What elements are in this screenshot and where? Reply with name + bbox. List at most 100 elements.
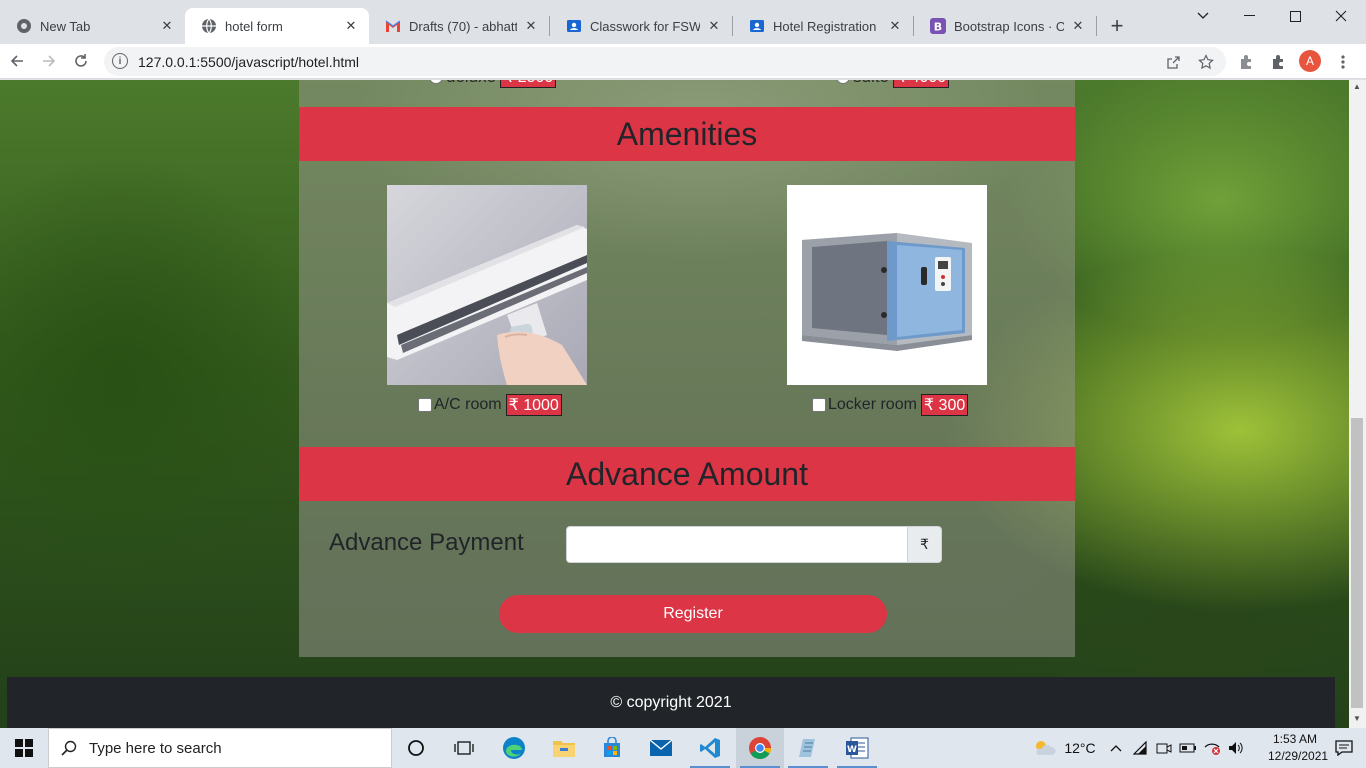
scroll-down-arrow-icon[interactable]: ▼ <box>1353 714 1361 723</box>
advance-payment-label: Advance Payment <box>329 529 524 556</box>
url-text[interactable]: 127.0.0.1:5500/javascript/hotel.html <box>138 54 359 70</box>
wifi-icon[interactable] <box>1131 728 1151 768</box>
weather-cloud-sun-icon[interactable] <box>1030 728 1058 768</box>
tab-hotel-registration[interactable]: Hotel Registration For ✕ <box>733 8 913 44</box>
extension-puzzle-grey-icon[interactable] <box>1236 52 1256 72</box>
browser-tabstrip: New Tab ✕ hotel form ✕ Drafts (70) - abh… <box>0 0 1366 44</box>
tab-title: Bootstrap Icons · Offic <box>954 18 1064 34</box>
battery-icon[interactable] <box>1177 728 1199 768</box>
gmail-icon <box>385 18 401 34</box>
amenity-label: Locker room <box>828 396 917 413</box>
clock-time: 1:53 AM <box>1272 732 1318 746</box>
tab-new-tab[interactable]: New Tab ✕ <box>0 8 185 44</box>
room-option-label: suite <box>853 80 889 87</box>
maximize-icon[interactable] <box>1272 0 1318 32</box>
mail-icon[interactable] <box>637 728 685 768</box>
weather-temp[interactable]: 12°C <box>1060 728 1100 768</box>
close-icon[interactable]: ✕ <box>706 18 722 34</box>
bootstrap-icon: B <box>930 18 946 34</box>
register-button[interactable]: Register <box>499 595 887 633</box>
window-close-icon[interactable] <box>1318 0 1364 32</box>
price-badge: ₹ 1000 <box>505 394 562 416</box>
advance-payment-input[interactable] <box>566 526 908 563</box>
microsoft-store-icon[interactable] <box>588 728 636 768</box>
notification-center-icon[interactable] <box>1322 728 1366 768</box>
profile-avatar[interactable]: A <box>1299 50 1321 72</box>
close-icon[interactable]: ✕ <box>1070 18 1086 34</box>
footer-copyright: © copyright 2021 <box>610 693 732 711</box>
taskbar-clock[interactable]: 1:53 AM 12/29/2021 <box>1268 731 1328 765</box>
tab-search-chevron-icon[interactable] <box>1180 0 1226 32</box>
tab-bootstrap-icons[interactable]: B Bootstrap Icons · Offic ✕ <box>914 8 1096 44</box>
amenities-heading: Amenities <box>299 107 1075 161</box>
taskbar-search-box[interactable]: Type here to search <box>48 728 392 768</box>
safe-locker-photo <box>787 185 987 385</box>
notepad-icon[interactable] <box>784 728 832 768</box>
svg-text:B: B <box>934 21 942 34</box>
tab-title: Drafts (70) - abhattach <box>409 18 517 34</box>
minimize-icon[interactable] <box>1226 0 1272 32</box>
tab-classwork[interactable]: Classwork for FSWB13 ✕ <box>550 8 732 44</box>
page-footer: © copyright 2021 <box>7 677 1335 728</box>
room-option-label: deluxe <box>446 80 496 87</box>
volume-icon[interactable] <box>1225 728 1247 768</box>
tab-title: hotel form <box>225 18 283 34</box>
page-scrollbar[interactable]: ▲ ▼ <box>1349 80 1366 728</box>
bookmark-star-icon[interactable] <box>1198 54 1214 70</box>
share-icon[interactable] <box>1165 54 1181 70</box>
network-offline-icon[interactable] <box>1201 728 1223 768</box>
radio-button[interactable] <box>836 80 850 84</box>
close-icon[interactable]: ✕ <box>523 18 539 34</box>
amenity-ac-room[interactable]: A/C room ₹ 1000 <box>418 394 562 416</box>
air-conditioner-photo <box>387 185 587 385</box>
tab-title: Classwork for FSWB13 <box>590 18 700 34</box>
chrome-taskbar-icon[interactable] <box>736 728 784 768</box>
close-icon[interactable]: ✕ <box>887 18 903 34</box>
tab-hotel-form[interactable]: hotel form ✕ <box>185 8 369 44</box>
page-viewport: deluxe ₹ 2500 suite ₹ 4000 Amenities <box>0 80 1349 728</box>
back-arrow-icon[interactable] <box>4 48 30 74</box>
menu-kebab-icon[interactable] <box>1333 52 1353 72</box>
meet-now-icon[interactable] <box>1154 728 1174 768</box>
word-icon[interactable]: W <box>833 728 881 768</box>
browser-toolbar: i 127.0.0.1:5500/javascript/hotel.html A <box>0 44 1366 79</box>
reload-icon[interactable] <box>68 48 94 74</box>
currency-addon: ₹ <box>907 526 942 563</box>
forward-arrow-icon[interactable] <box>36 48 62 74</box>
tab-title: Hotel Registration For <box>773 18 881 34</box>
tab-separator <box>1096 16 1097 36</box>
classroom-icon <box>566 18 582 34</box>
close-icon[interactable]: ✕ <box>159 18 175 34</box>
price-badge: ₹ 300 <box>920 394 969 416</box>
amenity-label: A/C room <box>434 396 502 413</box>
windows-taskbar: Type here to search W 12°C 1:53 AM 12/29… <box>0 728 1366 768</box>
chrome-icon <box>16 18 32 34</box>
room-option-deluxe[interactable]: deluxe ₹ 2500 <box>429 80 557 88</box>
checkbox[interactable] <box>418 398 432 412</box>
file-explorer-icon[interactable] <box>540 728 588 768</box>
room-option-suite[interactable]: suite ₹ 4000 <box>836 80 950 88</box>
edge-icon[interactable] <box>490 728 538 768</box>
globe-icon <box>201 18 217 34</box>
scroll-up-arrow-icon[interactable]: ▲ <box>1353 82 1361 91</box>
address-bar[interactable]: i 127.0.0.1:5500/javascript/hotel.html <box>104 47 1226 76</box>
cortana-icon[interactable] <box>392 728 440 768</box>
tray-chevron-up-icon[interactable] <box>1106 728 1126 768</box>
price-badge: ₹ 2500 <box>500 80 557 88</box>
tab-title: New Tab <box>40 18 91 34</box>
new-tab-plus-icon[interactable]: + <box>1105 13 1129 38</box>
amenity-locker-room[interactable]: Locker room ₹ 300 <box>812 394 969 416</box>
extensions-icon[interactable] <box>1268 52 1288 72</box>
search-icon <box>49 740 89 756</box>
tab-gmail-drafts[interactable]: Drafts (70) - abhattach ✕ <box>369 8 549 44</box>
radio-button[interactable] <box>429 80 443 84</box>
checkbox[interactable] <box>812 398 826 412</box>
close-icon[interactable]: ✕ <box>343 18 359 34</box>
info-icon[interactable]: i <box>112 53 128 69</box>
search-placeholder: Type here to search <box>89 739 222 757</box>
vscode-icon[interactable] <box>686 728 734 768</box>
windows-start-icon[interactable] <box>0 728 48 768</box>
scrollbar-thumb[interactable] <box>1351 418 1363 708</box>
svg-text:W: W <box>847 745 857 755</box>
task-view-icon[interactable] <box>440 728 488 768</box>
